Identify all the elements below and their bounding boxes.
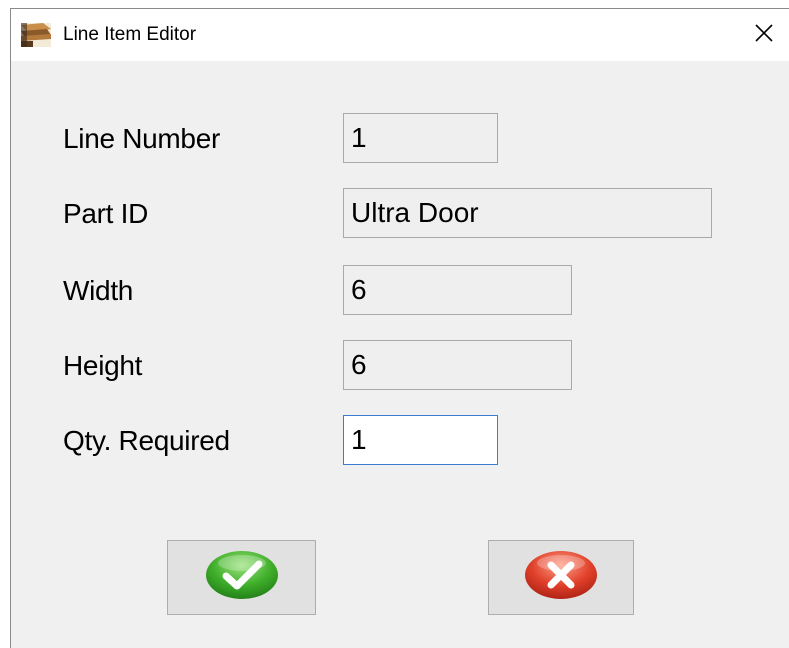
wood-plank-icon [21, 23, 51, 47]
window-title: Line Item Editor [63, 24, 197, 45]
green-checkmark-icon [204, 549, 280, 606]
close-icon [754, 23, 774, 48]
title-bar: Line Item Editor [11, 9, 789, 61]
width-field[interactable] [343, 265, 572, 315]
qty-required-label: Qty. Required [63, 425, 230, 456]
qty-required-field[interactable] [343, 415, 498, 465]
height-field[interactable] [343, 340, 572, 390]
ok-button[interactable] [167, 540, 316, 615]
height-label: Height [63, 350, 143, 381]
part-id-field[interactable] [343, 188, 712, 238]
line-item-editor-window: Line Item Editor Line Number Part ID Wid… [10, 8, 789, 648]
red-x-icon [523, 549, 599, 606]
line-number-field[interactable] [343, 113, 498, 163]
cancel-button[interactable] [488, 540, 634, 615]
line-number-label: Line Number [63, 123, 221, 154]
part-id-label: Part ID [63, 198, 149, 229]
width-label: Width [63, 275, 134, 306]
close-button[interactable] [739, 9, 789, 61]
